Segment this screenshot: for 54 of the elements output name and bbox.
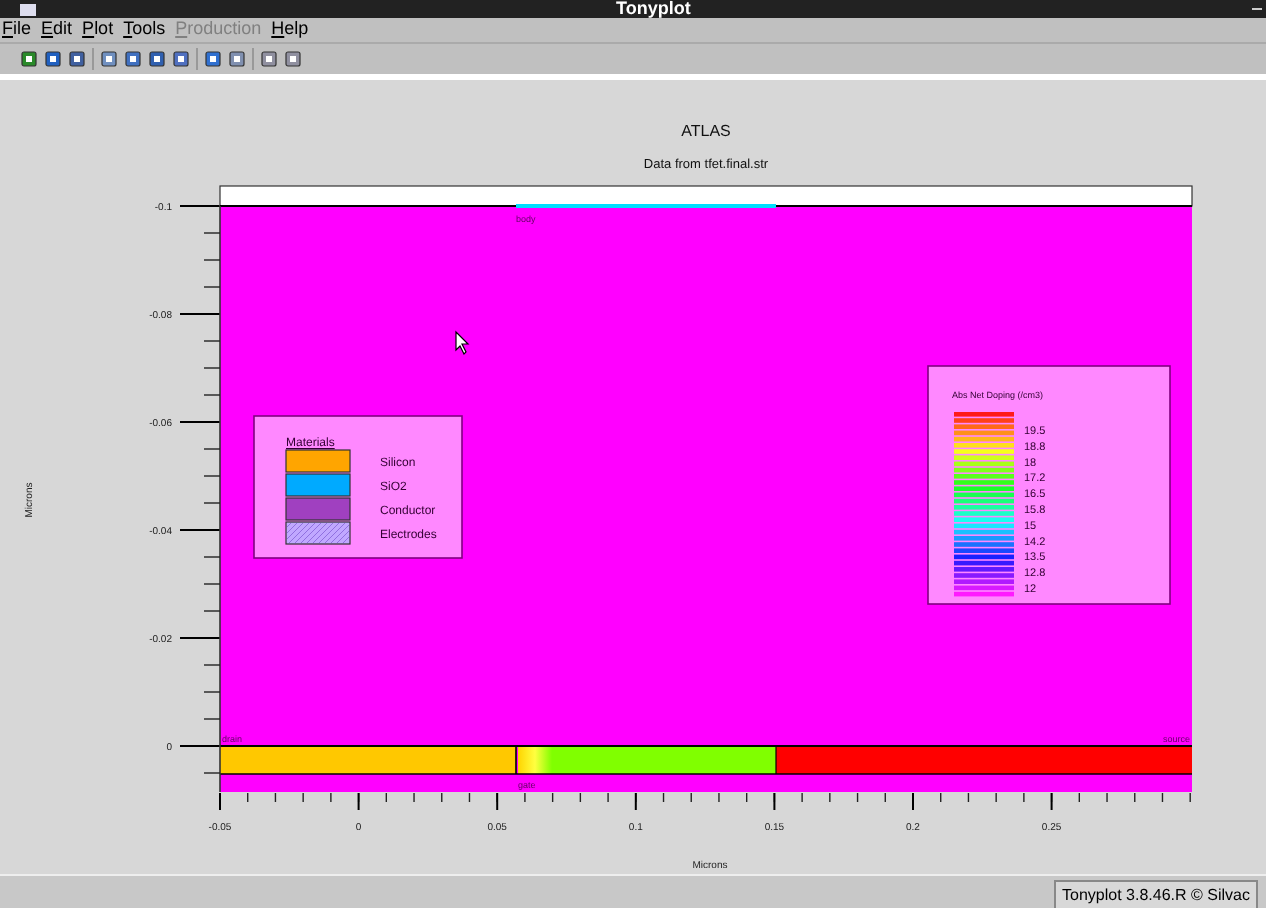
tick-mark <box>468 792 471 803</box>
window-title: Tonyplot <box>616 0 691 20</box>
tick-mark <box>441 792 443 803</box>
tick-mark <box>203 367 221 369</box>
tick-mark <box>203 664 221 666</box>
plot-title: ATLAS <box>681 122 731 140</box>
tick-mark <box>413 792 415 803</box>
tick-mark <box>1161 792 1164 803</box>
tick-mark <box>524 792 526 803</box>
tick-mark <box>203 232 221 234</box>
tick-mark <box>203 259 221 261</box>
tick-mark <box>967 792 970 803</box>
tick-mark <box>247 792 249 803</box>
tick-mark <box>385 792 387 803</box>
tick-mark <box>690 792 692 803</box>
tick-mark <box>203 556 221 558</box>
tick-mark <box>274 792 277 803</box>
tick-mark <box>745 792 748 803</box>
tick-mark <box>203 394 221 396</box>
tick-mark <box>203 286 221 288</box>
tick-mark <box>1023 792 1025 803</box>
mouse-pointer-icon <box>455 330 470 355</box>
menu-item[interactable]: Edit <box>41 16 73 44</box>
tick-mark <box>330 792 332 803</box>
tick-mark <box>940 792 942 803</box>
tick-mark <box>579 792 582 803</box>
menu-item[interactable]: Help <box>271 16 309 44</box>
menu-item[interactable]: Tools <box>123 16 166 44</box>
junction-gradient <box>518 746 552 774</box>
status-text: Tonyplot 3.8.46.R © Silvac <box>1054 880 1258 908</box>
tick-mark <box>829 792 831 803</box>
tick-mark <box>884 792 886 803</box>
tick-mark <box>1078 792 1080 803</box>
tick-mark <box>607 792 609 803</box>
tick-mark <box>203 610 221 612</box>
tick-mark <box>856 792 859 803</box>
tick-mark <box>1134 792 1136 803</box>
tick-mark <box>995 792 997 803</box>
tick-mark <box>1106 792 1108 803</box>
tick-mark <box>203 691 221 693</box>
tick-mark <box>203 583 221 585</box>
tick-mark <box>203 502 221 504</box>
tick-mark <box>662 792 665 803</box>
tick-mark <box>1189 792 1191 803</box>
tick-mark <box>801 792 803 803</box>
tick-mark <box>203 340 221 342</box>
tick-mark <box>551 792 554 803</box>
tick-mark <box>203 448 221 450</box>
tick-mark <box>203 718 221 720</box>
tick-mark <box>718 792 720 803</box>
menu-item[interactable]: File <box>2 16 32 44</box>
tick-mark <box>203 475 221 477</box>
menu-item[interactable]: Plot <box>82 16 114 44</box>
tick-mark <box>302 792 304 803</box>
